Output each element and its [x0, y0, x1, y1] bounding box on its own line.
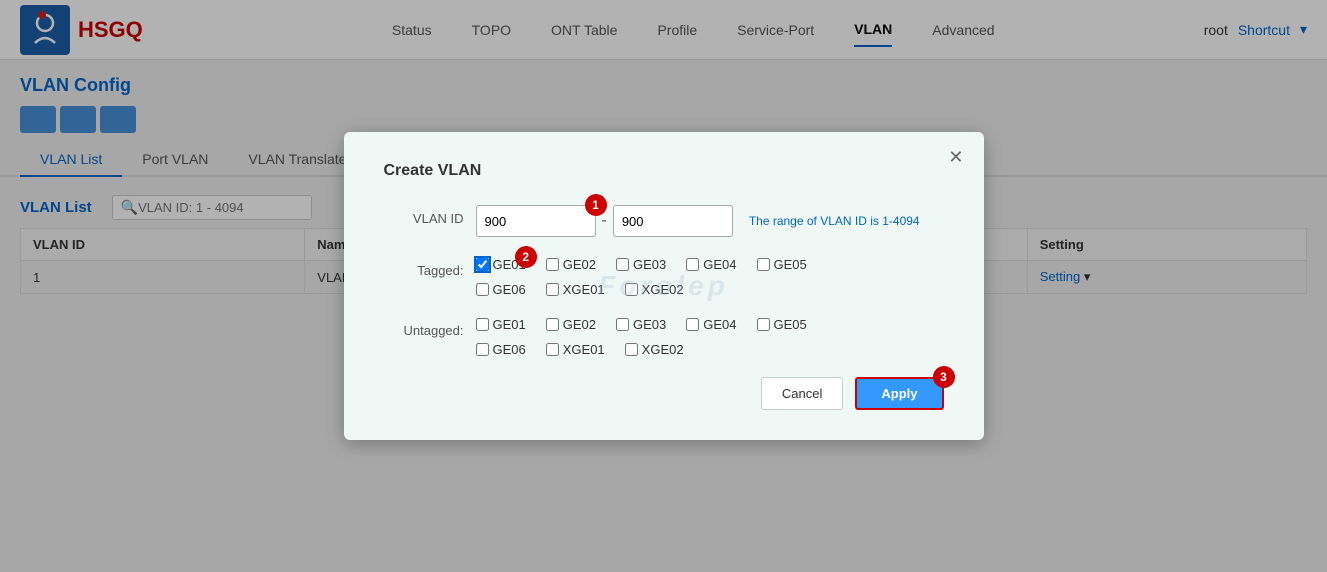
tagged-ge05-label: GE05: [774, 257, 807, 272]
untagged-ge02-label: GE02: [563, 317, 596, 332]
tagged-ports: GE01 2 GE02 GE03 GE04: [476, 257, 807, 297]
untagged-ge03-label: GE03: [633, 317, 666, 332]
untagged-ge05-checkbox[interactable]: [757, 318, 770, 331]
tagged-ports-grid-row1: GE01 2 GE02 GE03 GE04: [476, 257, 807, 272]
vlan-id-row: VLAN ID 1 - The range of VLAN ID is 1-40…: [384, 205, 944, 237]
untagged-xge02-checkbox[interactable]: [625, 343, 638, 356]
untagged-ge05-item[interactable]: GE05: [757, 317, 807, 332]
untagged-ge04-label: GE04: [703, 317, 736, 332]
untagged-ge01-item[interactable]: GE01: [476, 317, 526, 332]
untagged-xge01-label: XGE01: [563, 342, 605, 357]
tagged-xge02-item[interactable]: XGE02: [625, 282, 684, 297]
tagged-ge04-checkbox[interactable]: [686, 258, 699, 271]
vlan-id-from-wrapper: 1: [476, 205, 596, 237]
tagged-xge01-item[interactable]: XGE01: [546, 282, 605, 297]
untagged-ge03-item[interactable]: GE03: [616, 317, 666, 332]
untagged-ge02-checkbox[interactable]: [546, 318, 559, 331]
vlan-separator: -: [602, 212, 607, 230]
step-badge-1: 1: [585, 194, 607, 216]
untagged-xge02-item[interactable]: XGE02: [625, 342, 684, 357]
untagged-ge01-label: GE01: [493, 317, 526, 332]
tagged-ge02-checkbox[interactable]: [546, 258, 559, 271]
close-button[interactable]: ✕: [948, 147, 963, 168]
tagged-xge01-label: XGE01: [563, 282, 605, 297]
modal-overlay: Create VLAN ✕ VLAN ID 1 - The range of V…: [0, 0, 1327, 572]
tagged-label: Tagged:: [384, 257, 464, 278]
tagged-ge04-item[interactable]: GE04: [686, 257, 736, 272]
untagged-ports-grid-row1: GE01 GE02 GE03 GE04: [476, 317, 807, 332]
tagged-ge04-label: GE04: [703, 257, 736, 272]
tagged-row: Tagged: GE01 2 GE02: [384, 257, 944, 297]
vlan-id-from-input[interactable]: [476, 205, 596, 237]
untagged-ports-grid-row2: GE06 XGE01 XGE02: [476, 342, 807, 357]
tagged-xge02-label: XGE02: [642, 282, 684, 297]
tagged-ge02-item[interactable]: GE02: [546, 257, 596, 272]
vlan-hint: The range of VLAN ID is 1-4094: [749, 214, 920, 228]
tagged-ge06-checkbox[interactable]: [476, 283, 489, 296]
untagged-ge04-item[interactable]: GE04: [686, 317, 736, 332]
apply-button-wrapper: Apply 3: [855, 377, 943, 410]
cancel-button[interactable]: Cancel: [761, 377, 843, 410]
dialog-title: Create VLAN: [384, 162, 944, 180]
tagged-xge01-checkbox[interactable]: [546, 283, 559, 296]
tagged-ge06-item[interactable]: GE06: [476, 282, 526, 297]
apply-button[interactable]: Apply: [855, 377, 943, 410]
tagged-ge01-checkbox[interactable]: [476, 258, 489, 271]
untagged-ge03-checkbox[interactable]: [616, 318, 629, 331]
untagged-label: Untagged:: [384, 317, 464, 338]
untagged-xge02-label: XGE02: [642, 342, 684, 357]
untagged-ge01-checkbox[interactable]: [476, 318, 489, 331]
untagged-ge05-label: GE05: [774, 317, 807, 332]
tagged-ge05-item[interactable]: GE05: [757, 257, 807, 272]
untagged-ports: GE01 GE02 GE03 GE04: [476, 317, 807, 357]
vlan-id-inputs: 1 - The range of VLAN ID is 1-4094: [476, 205, 920, 237]
untagged-ge06-label: GE06: [493, 342, 526, 357]
tagged-ge06-label: GE06: [493, 282, 526, 297]
step-badge-2: 2: [515, 246, 537, 268]
untagged-ge04-checkbox[interactable]: [686, 318, 699, 331]
dialog-buttons: Cancel Apply 3: [384, 377, 944, 410]
tagged-ge03-checkbox[interactable]: [616, 258, 629, 271]
untagged-xge01-checkbox[interactable]: [546, 343, 559, 356]
tagged-ge01-wrapper: GE01 2: [476, 257, 526, 272]
vlan-id-to-input[interactable]: [613, 205, 733, 237]
tagged-ge03-label: GE03: [633, 257, 666, 272]
tagged-ge05-checkbox[interactable]: [757, 258, 770, 271]
step-badge-3: 3: [933, 366, 955, 388]
tagged-ports-grid-row2: GE06 XGE01 XGE02: [476, 282, 807, 297]
tagged-ge03-item[interactable]: GE03: [616, 257, 666, 272]
untagged-row: Untagged: GE01 GE02 GE03: [384, 317, 944, 357]
tagged-ge02-label: GE02: [563, 257, 596, 272]
untagged-ge06-item[interactable]: GE06: [476, 342, 526, 357]
tagged-xge02-checkbox[interactable]: [625, 283, 638, 296]
vlan-id-label: VLAN ID: [384, 205, 464, 226]
untagged-xge01-item[interactable]: XGE01: [546, 342, 605, 357]
untagged-ge02-item[interactable]: GE02: [546, 317, 596, 332]
create-vlan-dialog: Create VLAN ✕ VLAN ID 1 - The range of V…: [344, 132, 984, 440]
untagged-ge06-checkbox[interactable]: [476, 343, 489, 356]
